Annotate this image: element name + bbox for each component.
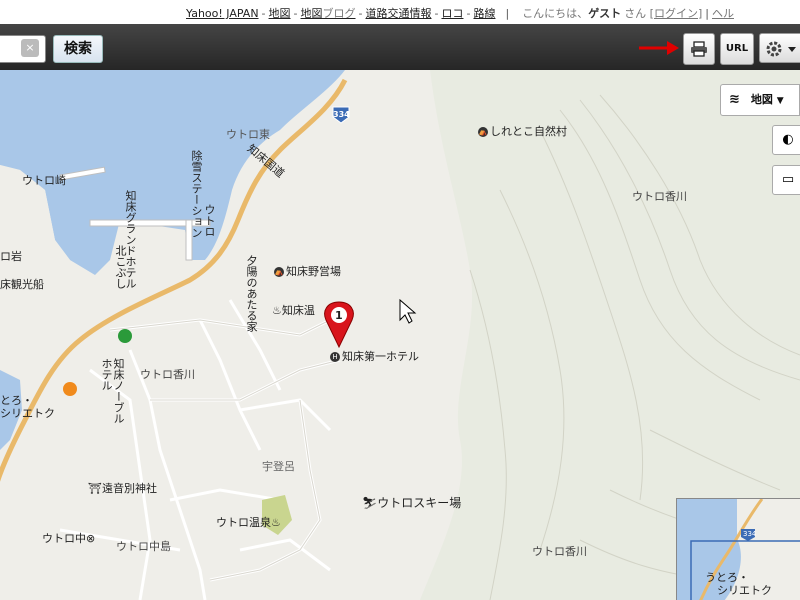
label-josetsu: 除雪ステーション bbox=[190, 150, 203, 238]
link-loco[interactable]: ロコ bbox=[441, 7, 463, 20]
link-map-blog-suffix: ブログ bbox=[322, 7, 356, 20]
label-yuhi: 夕陽のあたる家 bbox=[245, 255, 258, 332]
red-arrow-icon bbox=[639, 41, 679, 55]
link-map-blog[interactable]: 地図ブログ bbox=[301, 7, 356, 20]
label-shiretoko-shizenmura: ⛺ しれとこ自然村 bbox=[478, 125, 567, 138]
guest-label: ゲスト bbox=[588, 7, 622, 20]
url-button[interactable]: URL bbox=[720, 33, 754, 65]
ruler-button[interactable]: ▭ bbox=[772, 165, 800, 195]
label-utoro-kagawa-2: ウトロ香川 bbox=[140, 368, 195, 381]
login-link[interactable]: ログイン bbox=[654, 7, 698, 20]
label-utoro-higashi: ウトロ東 bbox=[226, 128, 270, 141]
ruler-icon: ▭ bbox=[781, 172, 795, 187]
label-ubushi: 宇登呂 bbox=[262, 460, 295, 473]
label-kankosen: 床観光船 bbox=[0, 278, 44, 291]
campsite-icon: ⛺ bbox=[478, 127, 488, 137]
hot-spring-icon: ♨ bbox=[271, 516, 281, 529]
label-onsen-short: ♨知床温 bbox=[272, 304, 315, 317]
printer-icon bbox=[691, 41, 707, 57]
link-yahoo-japan[interactable]: Yahoo! JAPAN bbox=[186, 7, 259, 20]
map-layer-button[interactable]: ≋ 地図 ▼ bbox=[720, 84, 800, 116]
label-yaeijo: ⛺ 知床野営場 bbox=[274, 265, 341, 278]
layers-icon: ≋ bbox=[729, 92, 740, 107]
label-tooto-jinja: ⛩遠音別神社 bbox=[88, 482, 157, 495]
label-daiichi-hotel: H 知床第一ホテル bbox=[330, 348, 419, 364]
greeting-prefix: こんにちは、 bbox=[522, 7, 589, 20]
link-transit[interactable]: 路線 bbox=[473, 7, 495, 20]
hotel-icon: H bbox=[330, 352, 340, 362]
street-view-button[interactable]: ◐ bbox=[772, 125, 800, 155]
link-road-traffic[interactable]: 道路交通情報 bbox=[366, 7, 432, 20]
top-link-bar: Yahoo! JAPAN - 地図 - 地図ブログ - 道路交通情報 - ロコ - 路線 | こんにちは… bbox=[0, 0, 800, 24]
greeting-close: ] bbox=[697, 7, 703, 20]
overview-minimap[interactable]: 334 うとろ・ シリエトク bbox=[676, 498, 800, 600]
label-hotel-noble-2: 知床ノーブル bbox=[112, 358, 125, 424]
label-sirietok: シリエトク bbox=[0, 407, 55, 420]
label-utoro-chu: ウトロ中⊗ bbox=[42, 532, 96, 545]
campsite-icon: ⛺ bbox=[274, 267, 284, 277]
help-link[interactable]: ヘル bbox=[712, 7, 734, 20]
label-ski: ⛷ウトロスキー場 bbox=[362, 496, 462, 510]
school-icon: ⊗ bbox=[86, 532, 96, 545]
label-iwa: ロ岩 bbox=[0, 250, 22, 263]
link-map-blog-main: 地図 bbox=[300, 7, 323, 20]
settings-button[interactable] bbox=[759, 33, 800, 63]
label-utoro-kagawa-3: ウトロ香川 bbox=[532, 545, 587, 558]
label-utoro-v: ウトロ bbox=[203, 204, 216, 237]
ski-icon: ⛷ bbox=[362, 496, 378, 510]
search-button[interactable]: 検索 bbox=[53, 35, 103, 63]
label-utoro-kagawa-1: ウトロ香川 bbox=[632, 190, 687, 203]
gear-icon bbox=[766, 41, 796, 57]
clear-search-button[interactable]: × bbox=[21, 39, 39, 57]
label-kitakobushi: 北こぶし bbox=[114, 245, 127, 289]
top-links: Yahoo! JAPAN - 地図 - 地図ブログ - 道路交通情報 - ロコ - 路線 | こんにちは… bbox=[186, 7, 734, 20]
route-number: 334 bbox=[333, 110, 350, 119]
minimap-route-number: 334 bbox=[743, 530, 757, 538]
print-button[interactable] bbox=[683, 33, 715, 65]
chevron-down-icon: ▼ bbox=[776, 96, 784, 106]
label-utoro-saki: ウトロ崎 bbox=[22, 174, 66, 187]
map-layer-label: 地図 bbox=[750, 93, 773, 106]
map-canvas[interactable]: 334 1 ウトロ東 ウトロ崎 ⛺ しれとこ自然村 ウトロ香川 ウトロ香川 ウトロ… bbox=[0, 70, 800, 600]
marker-number: 1 bbox=[335, 309, 343, 322]
minimap-station-label-2: シリエトク bbox=[717, 584, 772, 597]
greeting-suffix: さん [ bbox=[624, 7, 654, 20]
toolbar: × 検索 URL bbox=[0, 24, 800, 70]
hot-spring-icon: ♨ bbox=[272, 304, 282, 317]
camera-icon: ◐ bbox=[782, 132, 794, 147]
label-utoro-nakajima: ウトロ中島 bbox=[116, 540, 171, 553]
label-utoro-onsen: ウトロ温泉♨ bbox=[216, 516, 281, 529]
link-map[interactable]: 地図 bbox=[269, 7, 291, 20]
shrine-icon: ⛩ bbox=[88, 482, 102, 495]
